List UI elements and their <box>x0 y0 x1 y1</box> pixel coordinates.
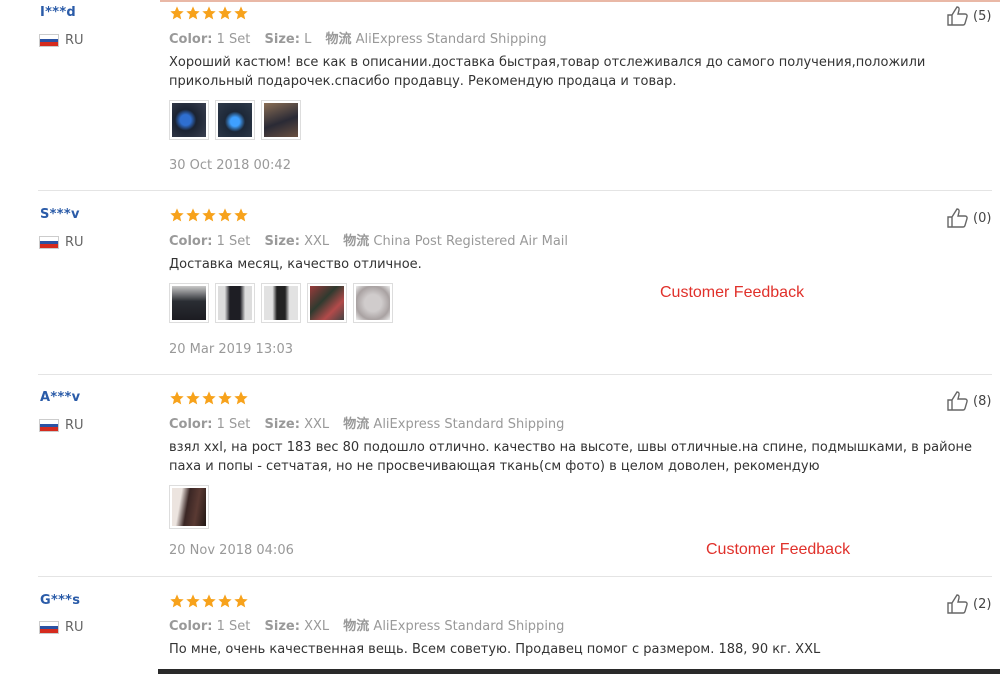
russia-flag-icon <box>39 419 59 432</box>
country-code: RU <box>65 235 84 250</box>
thumbs-up-icon <box>947 208 968 228</box>
review-photo[interactable] <box>261 283 301 323</box>
size-value: XXL <box>304 234 330 249</box>
star-icon <box>218 208 232 222</box>
star-icon <box>218 6 232 20</box>
size-value: XXL <box>304 417 330 432</box>
top-divider <box>160 0 1000 2</box>
rating-stars <box>169 390 249 406</box>
shipping-value: AliExpress Standard Shipping <box>373 417 565 432</box>
star-icon <box>170 594 184 608</box>
helpful-count: (2) <box>973 596 992 612</box>
country-code: RU <box>65 620 84 635</box>
russia-flag-icon <box>39 236 59 249</box>
shipping-value: AliExpress Standard Shipping <box>355 32 547 47</box>
star-icon <box>234 6 248 20</box>
reviewer-name[interactable]: G***s <box>40 593 80 608</box>
color-value: 1 Set <box>216 234 251 249</box>
review-text: Доставка месяц, качество отличное. <box>169 257 422 272</box>
rating-stars <box>169 593 249 609</box>
star-icon <box>202 208 216 222</box>
star-icon <box>170 391 184 405</box>
review-date: 30 Oct 2018 00:42 <box>169 158 291 173</box>
star-icon <box>234 594 248 608</box>
star-icon <box>234 208 248 222</box>
watermark-text: Customer Feedback <box>660 284 805 301</box>
watermark-text: Customer Feedback <box>706 541 851 558</box>
review-divider <box>38 190 992 191</box>
review-text: По мне, очень качественная вещь. Всем со… <box>169 642 821 657</box>
star-icon <box>202 6 216 20</box>
helpful-count: (0) <box>973 210 992 226</box>
thumbs-up-icon <box>947 391 968 411</box>
review-photo[interactable] <box>169 100 209 140</box>
review-date: 20 Nov 2018 04:06 <box>169 543 294 558</box>
review-divider <box>38 576 992 577</box>
review-photo[interactable] <box>169 485 209 529</box>
thumbs-up-icon <box>947 6 968 26</box>
star-icon <box>186 6 200 20</box>
helpful-button[interactable]: (8) <box>946 390 991 412</box>
star-icon <box>234 391 248 405</box>
color-value: 1 Set <box>216 417 251 432</box>
helpful-button[interactable]: (5) <box>946 5 991 27</box>
review-photo[interactable] <box>215 100 255 140</box>
russia-flag-icon <box>39 34 59 47</box>
color-value: 1 Set <box>216 32 251 47</box>
reviewer-country: RU <box>39 418 84 433</box>
star-icon <box>186 594 200 608</box>
russia-flag-icon <box>39 621 59 634</box>
review-photo[interactable] <box>215 283 255 323</box>
reviewer-name[interactable]: I***d <box>40 5 76 20</box>
reviewer-name[interactable]: S***v <box>40 207 80 222</box>
shipping-value: AliExpress Standard Shipping <box>373 619 565 634</box>
order-info: Color: 1 Set Size: XXL 物流 AliExpress Sta… <box>169 619 565 634</box>
star-icon <box>218 594 232 608</box>
helpful-button[interactable]: (2) <box>946 593 991 615</box>
photo-list <box>169 485 209 529</box>
review-photo[interactable] <box>261 100 301 140</box>
bottom-bar <box>158 669 1000 674</box>
review-date: 20 Mar 2019 13:03 <box>169 342 294 357</box>
reviewer-country: RU <box>39 235 84 250</box>
reviewer-country: RU <box>39 33 84 48</box>
star-icon <box>202 391 216 405</box>
review-divider <box>38 374 992 375</box>
size-value: XXL <box>304 619 330 634</box>
order-info: Color: 1 Set Size: L 物流 AliExpress Stand… <box>169 32 547 47</box>
star-icon <box>186 391 200 405</box>
star-icon <box>186 208 200 222</box>
color-value: 1 Set <box>216 619 251 634</box>
review-photo[interactable] <box>307 283 347 323</box>
thumbs-up-icon <box>947 594 968 614</box>
rating-stars <box>169 5 249 21</box>
star-icon <box>218 391 232 405</box>
helpful-count: (8) <box>973 393 992 409</box>
reviewer-name[interactable]: A***v <box>40 390 80 405</box>
review-text: взял xxl, на рост 183 вес 80 подошло отл… <box>169 440 973 474</box>
star-icon <box>170 208 184 222</box>
photo-list <box>169 100 301 140</box>
size-value: L <box>304 32 312 47</box>
country-code: RU <box>65 418 84 433</box>
star-icon <box>202 594 216 608</box>
helpful-count: (5) <box>973 8 992 24</box>
helpful-button[interactable]: (0) <box>946 207 991 229</box>
shipping-value: China Post Registered Air Mail <box>373 234 569 249</box>
country-code: RU <box>65 33 84 48</box>
review-text: Хороший кастюм! все как в описании.доста… <box>169 55 926 89</box>
rating-stars <box>169 207 249 223</box>
review-photo[interactable] <box>353 283 393 323</box>
photo-list <box>169 283 393 323</box>
review-photo[interactable] <box>169 283 209 323</box>
order-info: Color: 1 Set Size: XXL 物流 AliExpress Sta… <box>169 417 565 432</box>
reviewer-country: RU <box>39 620 84 635</box>
order-info: Color: 1 Set Size: XXL 物流 China Post Reg… <box>169 234 569 249</box>
star-icon <box>170 6 184 20</box>
